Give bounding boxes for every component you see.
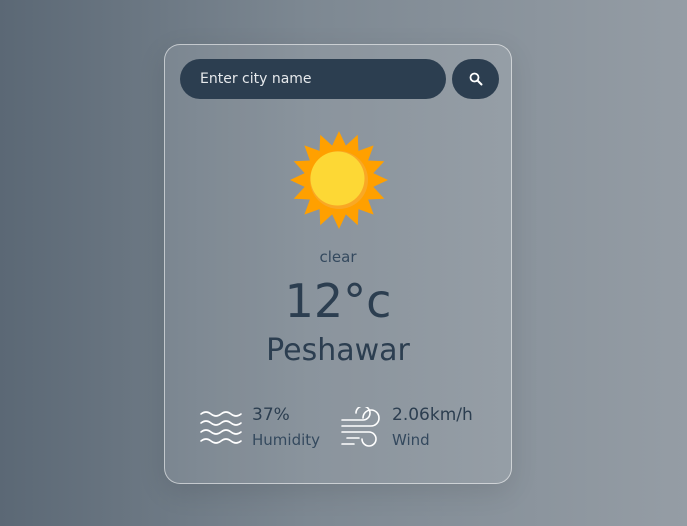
weather-condition: clear [319, 248, 357, 266]
humidity-label: Humidity [252, 431, 321, 449]
wind-value: 2.06km/h [392, 405, 473, 425]
wind-label: Wind [392, 431, 430, 449]
search-input[interactable] [180, 59, 446, 99]
weather-card: clear 12°c Peshawar 37% Humidity 2.06km/… [164, 44, 512, 484]
temperature: 12°c [284, 274, 392, 328]
city-name: Peshawar [266, 333, 410, 368]
humidity-waves-icon [200, 411, 242, 444]
humidity-value: 37% [252, 405, 290, 425]
search-button[interactable] [452, 59, 499, 99]
search-icon [469, 72, 482, 86]
sun-icon [290, 131, 388, 229]
wind-icon [341, 407, 380, 447]
